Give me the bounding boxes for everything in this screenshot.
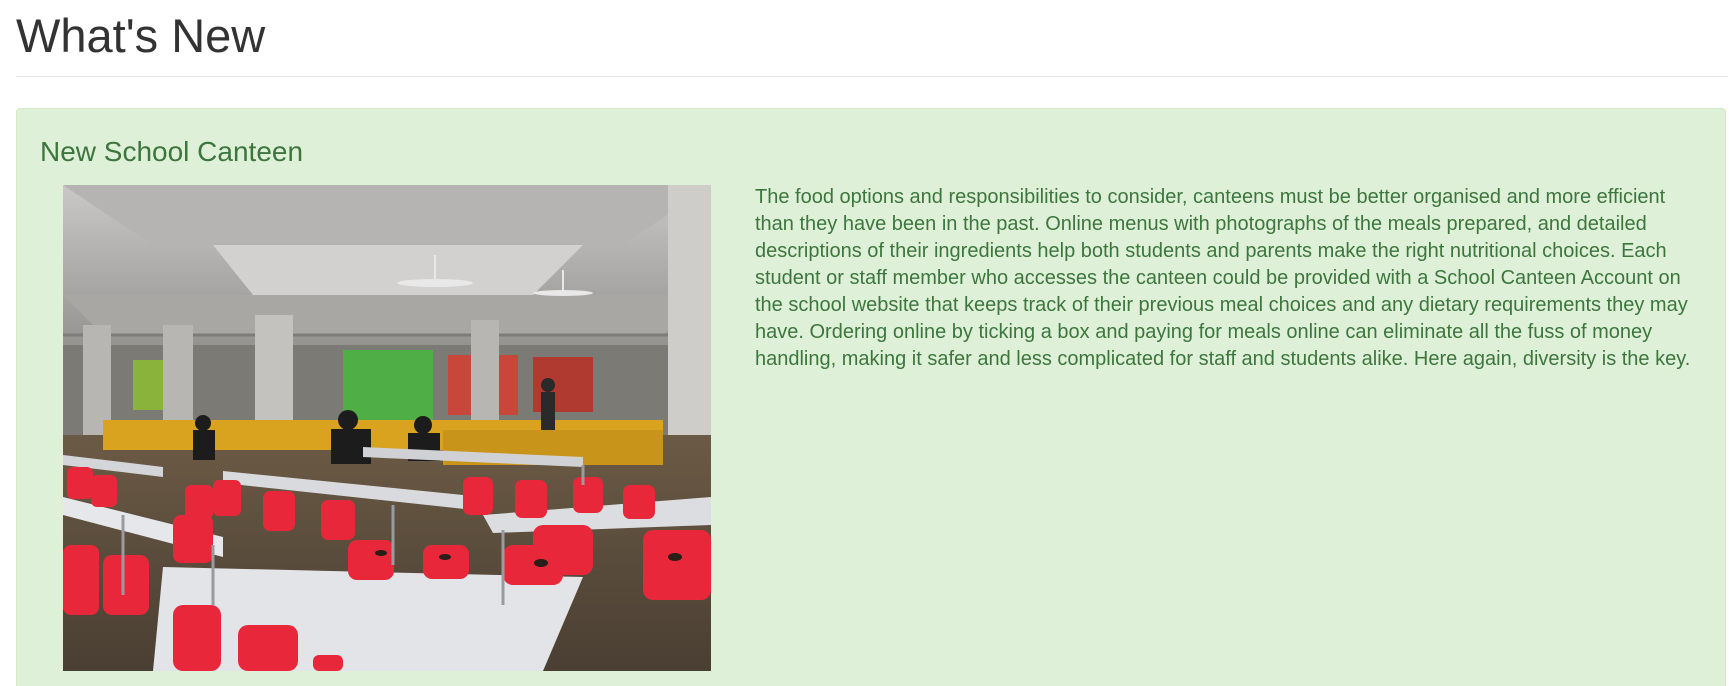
page-header: What's New [16, 0, 1728, 77]
news-title: New School Canteen [40, 136, 304, 167]
news-panel: New School Canteen The food options and … [16, 108, 1726, 686]
news-body: The food options and responsibilities to… [755, 186, 1691, 370]
canteen-photo [63, 185, 711, 671]
page: What's New New School Canteen The food o… [0, 0, 1730, 686]
page-title: What's New [16, 9, 266, 62]
